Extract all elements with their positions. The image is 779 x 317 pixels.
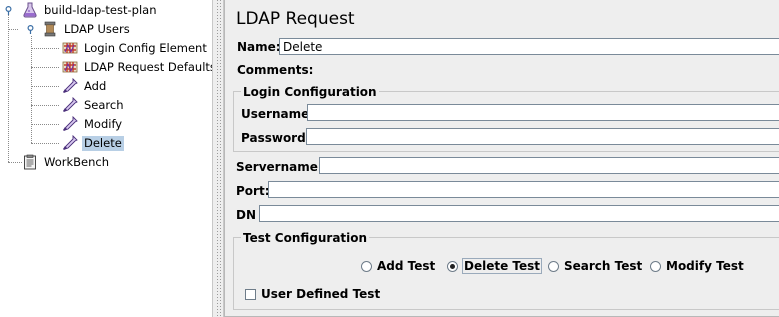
tree-connector [31,48,59,49]
config-element-icon [62,59,78,75]
tree-node-label: Add [84,78,107,93]
config-element-icon [62,40,78,56]
radio-label: Modify Test [666,259,744,273]
radio-modify-test[interactable]: Modify Test [650,259,744,273]
name-input[interactable] [279,38,779,55]
radio-add-test[interactable]: Add Test [361,259,435,273]
port-input[interactable] [268,181,779,198]
username-input[interactable] [307,104,779,121]
test-configuration-title: Test Configuration [241,231,370,245]
workbench-clipboard-icon [22,154,38,170]
tree-node-search[interactable]: Search [62,96,126,114]
tree-node-thread-group[interactable]: LDAP Users [42,20,132,38]
radio-label: Search Test [564,259,643,273]
port-label: Port: [236,184,270,198]
tree-node-add[interactable]: Add [62,77,108,95]
test-plan-flask-icon [22,2,38,18]
split-pane-divider[interactable] [212,0,224,317]
tree-connector [31,105,59,106]
tree-node-label: build-ldap-test-plan [44,2,157,17]
tree-connector [31,67,59,68]
thread-group-spool-icon [42,21,58,37]
divider-grip [220,0,221,317]
password-label: Password [241,131,306,145]
tree-node-label: LDAP Users [64,21,130,36]
radio-indicator [361,260,372,272]
tree-connector [8,29,18,30]
checkbox-indicator [245,288,256,300]
user-defined-test-checkbox[interactable]: User Defined Test [245,287,380,301]
dn-label: DN [236,208,257,222]
password-input[interactable] [306,128,779,145]
sampler-pipette-icon [62,96,78,113]
tree-connector [8,162,22,163]
tree-node-delete[interactable]: Delete [62,134,124,152]
username-label: Username [241,107,310,121]
page-title: LDAP Request [236,9,355,29]
tree-node-label: Search [84,97,124,112]
tree-node-label: WorkBench [44,154,109,169]
tree-node-label: LDAP Request Defaults [84,59,216,74]
tree-connector [31,143,59,144]
test-plan-tree[interactable]: build-ldap-test-plan LDAP Users Login Co… [0,0,216,317]
radio-indicator [548,260,559,272]
radio-label: Add Test [377,259,436,273]
tree-node-label: Login Config Element [84,40,207,55]
divider-grip [217,0,218,317]
sampler-pipette-icon [62,77,78,94]
servername-label: Servername : [236,160,327,174]
tree-node-workbench[interactable]: WorkBench [22,153,111,171]
name-label: Name: [237,40,281,54]
tree-node-login-config[interactable]: Login Config Element [62,39,209,57]
tree-node-label: Modify [84,116,123,131]
tree-connector [31,36,32,143]
tree-node-modify[interactable]: Modify [62,115,124,133]
tree-connector [31,86,59,87]
tree-expand-toggle-icon[interactable] [26,25,35,34]
tree-node-test-plan[interactable]: build-ldap-test-plan [22,1,158,19]
radio-indicator [650,260,661,272]
checkbox-label: User Defined Test [261,287,381,301]
servername-input[interactable] [319,157,779,174]
radio-label: Delete Test [461,258,543,274]
sampler-pipette-icon [62,115,78,132]
ldap-request-panel: LDAP Request Name: Comments: Login Confi… [224,0,779,317]
login-configuration-title: Login Configuration [241,85,379,99]
radio-search-test[interactable]: Search Test [548,259,642,273]
tree-connector [31,124,59,125]
tree-connector [8,14,9,162]
tree-node-label: Delete [82,135,124,151]
tree-expand-toggle-icon[interactable] [4,6,13,15]
radio-delete-test[interactable]: Delete Test [447,258,543,274]
sampler-pipette-icon [62,134,78,151]
tree-node-ldap-request-defaults[interactable]: LDAP Request Defaults [62,58,218,76]
radio-indicator [447,260,458,272]
comments-label: Comments: [237,63,314,77]
dn-input[interactable] [259,205,779,222]
